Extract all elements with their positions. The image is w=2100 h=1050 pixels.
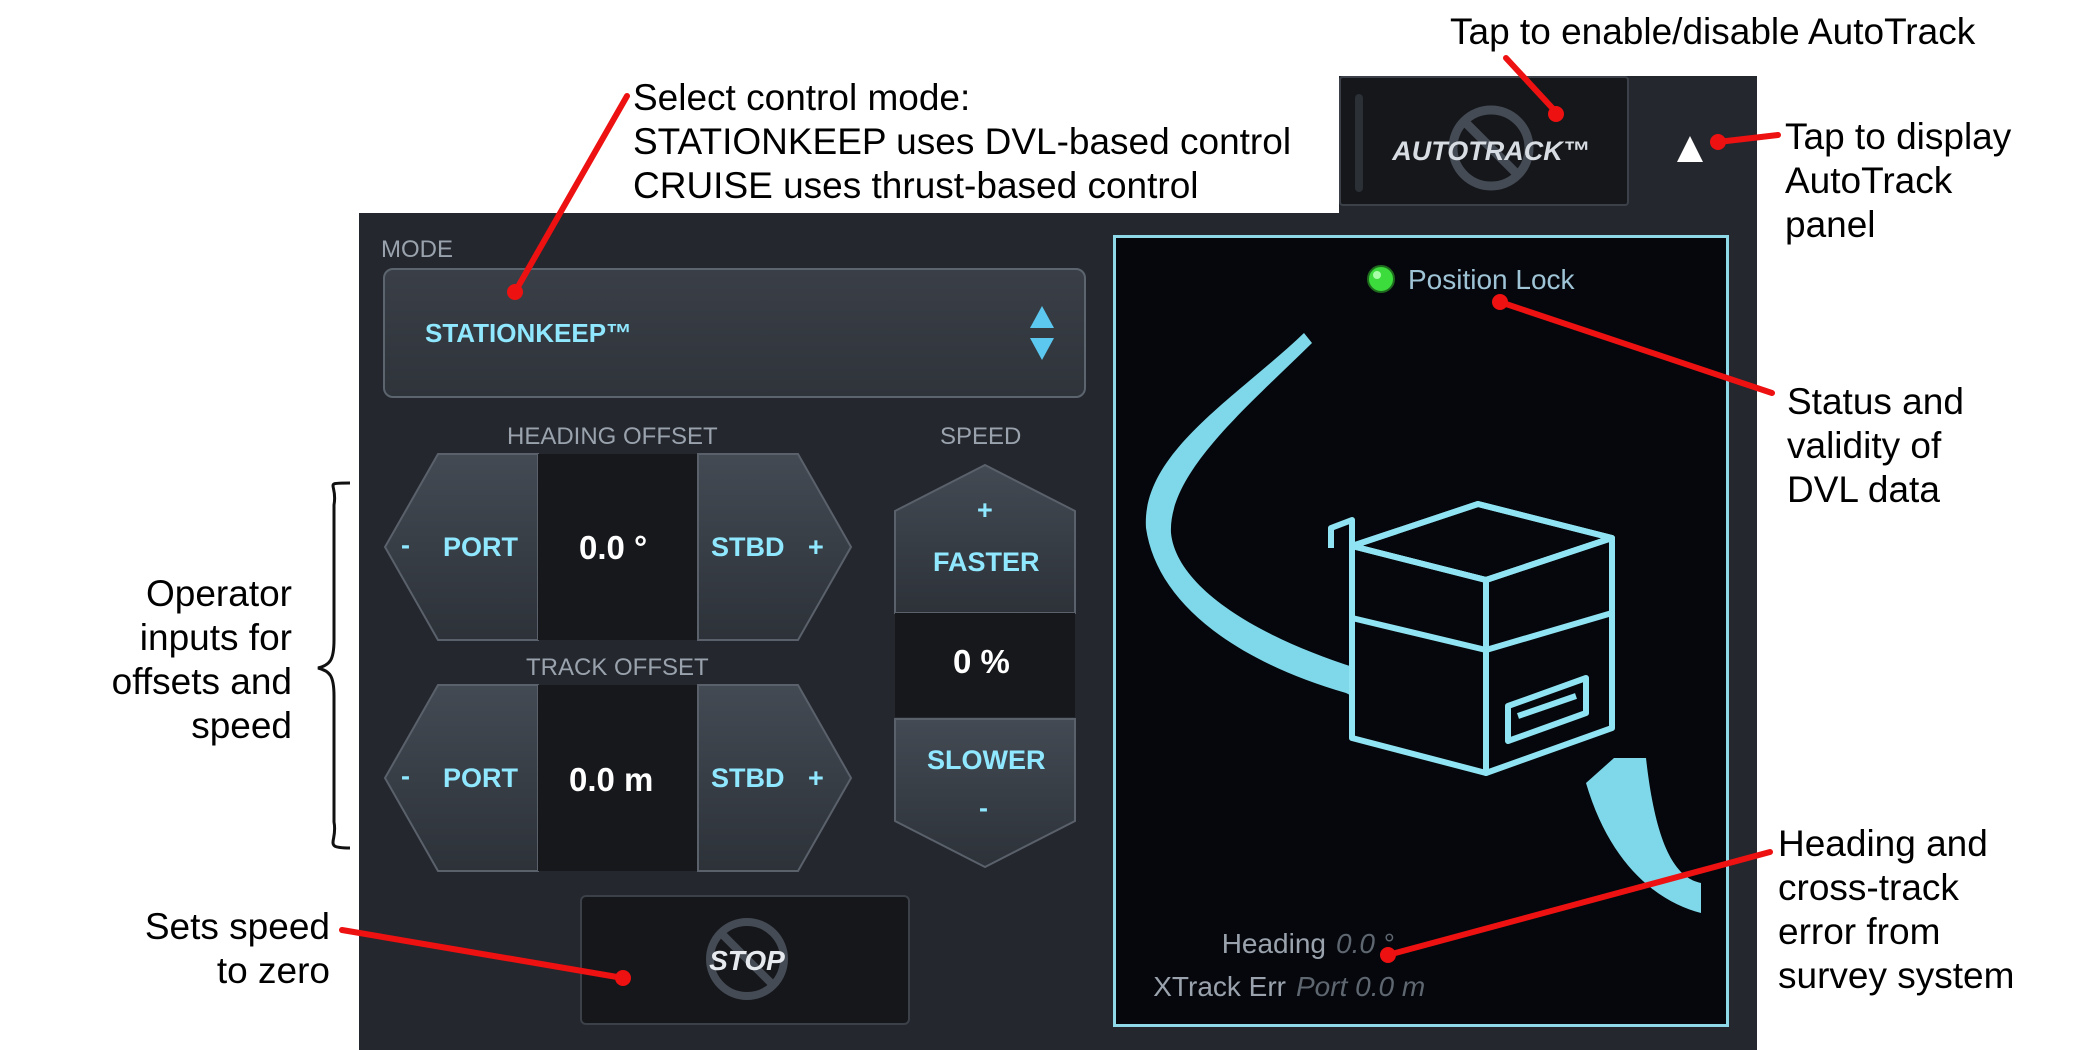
track-stbd-plus[interactable]: + [808, 763, 824, 794]
autotrack-button-graphic: AUTOTRACK™ [1355, 94, 1590, 192]
faster-button[interactable]: FASTER [933, 547, 1040, 578]
track-stbd-button[interactable]: STBD [711, 763, 785, 794]
heading-offset-value: 0.0 ° [579, 529, 648, 566]
speed-control: + FASTER 0 % SLOWER - [893, 463, 1078, 871]
mode-value: STATIONKEEP™ [425, 318, 633, 348]
heading-readout: Heading 0.0 ° [1156, 928, 1556, 964]
track-offset-label: TRACK OFFSET [526, 654, 709, 681]
heading-readout-value: 0.0 ° [1336, 928, 1394, 959]
autotrack-toggle-button[interactable]: AUTOTRACK™ [1339, 76, 1629, 206]
callout-display-panel: Tap to display AutoTrack panel [1785, 116, 2012, 245]
operator-inputs-brace [317, 481, 351, 850]
autotrack-label: AUTOTRACK™ [1391, 136, 1590, 166]
callout-stop: Sets speed to zero [144, 906, 330, 991]
heading-port-minus[interactable]: - [401, 530, 410, 561]
callout-status: Status and validity of DVL data [1787, 381, 1964, 510]
heading-offset-label: HEADING OFFSET [507, 423, 718, 450]
mode-label: MODE [381, 236, 453, 263]
stop-button[interactable]: STOP [580, 895, 910, 1025]
mode-dropdown[interactable]: STATIONKEEP™ [383, 268, 1086, 398]
callout-operator-inputs: Operator inputs for offsets and speed [111, 573, 292, 746]
track-offset-control: - PORT 0.0 m STBD + [383, 683, 853, 873]
callout-control-mode: Select control mode: STATIONKEEP uses DV… [633, 77, 1292, 206]
stop-label: STOP [709, 945, 785, 976]
callout-heading-error: Heading and cross-track error from surve… [1778, 823, 2015, 996]
status-label: Position Lock [1408, 264, 1575, 295]
vehicle-graphic [1145, 333, 1701, 913]
xtrack-readout-label: XTrack Err [1153, 971, 1286, 1002]
heading-stbd-plus[interactable]: + [808, 532, 824, 563]
track-port-minus[interactable]: - [401, 761, 410, 792]
heading-offset-control: - PORT 0.0 ° STBD + [383, 452, 853, 642]
speed-value: 0 % [953, 643, 1010, 680]
track-offset-value: 0.0 m [569, 761, 654, 798]
heading-stbd-button[interactable]: STBD [711, 532, 785, 563]
xtrack-readout: XTrack Err Port 0.0 m [1116, 971, 1556, 1007]
triangle-up-icon[interactable] [1670, 130, 1710, 170]
vehicle-view: Position Lock Heading 0.0 ° XTrack Err P… [1113, 235, 1729, 1027]
slower-minus[interactable]: - [979, 793, 988, 824]
faster-plus[interactable]: + [977, 495, 993, 526]
callout-autotrack-toggle: Tap to enable/disable AutoTrack [1450, 11, 1976, 52]
heading-port-button[interactable]: PORT [443, 532, 518, 563]
xtrack-readout-value: Port 0.0 m [1296, 971, 1426, 1002]
slower-button[interactable]: SLOWER [927, 745, 1046, 776]
speed-label: SPEED [940, 423, 1022, 450]
up-down-arrows-icon [1030, 306, 1054, 360]
heading-readout-label: Heading [1221, 928, 1326, 959]
stop-graphic: STOP [706, 918, 788, 1000]
status-led-icon [1367, 265, 1395, 293]
track-port-button[interactable]: PORT [443, 763, 518, 794]
